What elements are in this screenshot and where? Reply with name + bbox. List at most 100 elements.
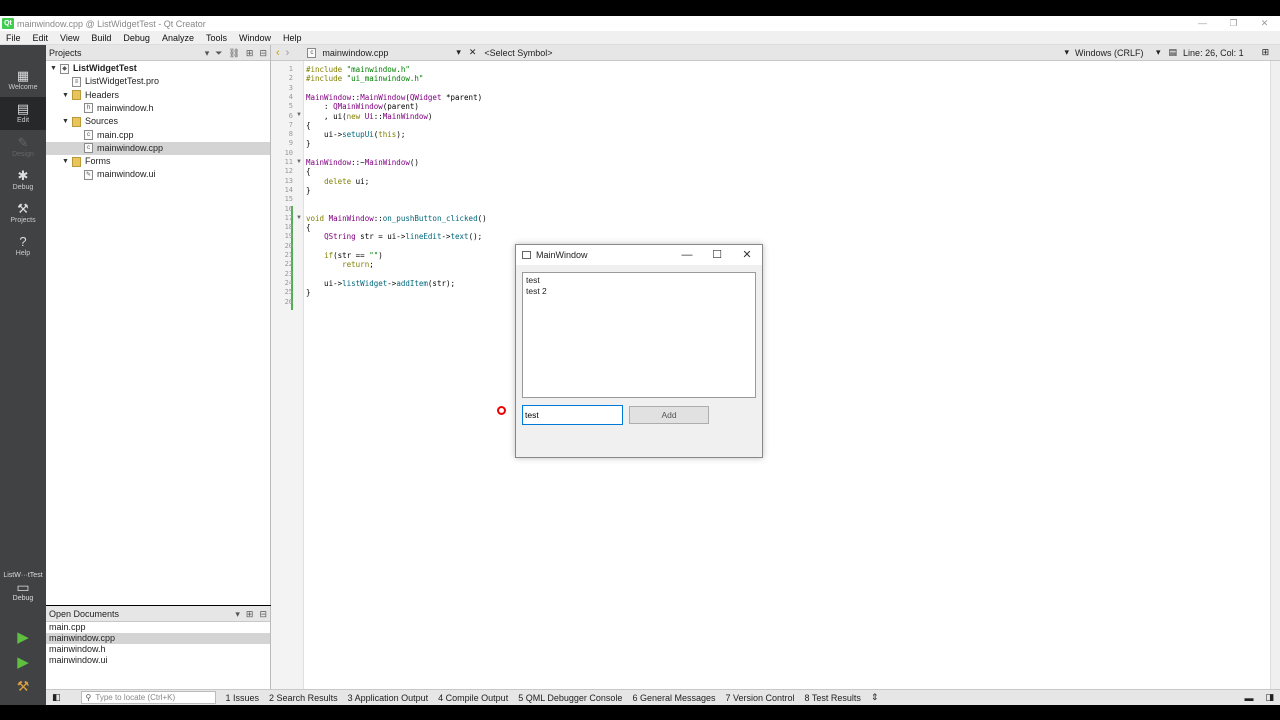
menu-file[interactable]: File: [0, 33, 27, 43]
mode-welcome[interactable]: ▦ Welcome: [0, 64, 46, 97]
menu-window[interactable]: Window: [233, 33, 277, 43]
mode-help[interactable]: ? Help: [0, 230, 46, 263]
output-tab[interactable]: 1 Issues: [226, 693, 260, 703]
tree-item[interactable]: c mainwindow.cpp: [46, 141, 270, 155]
dropdown-icon[interactable]: ▾: [205, 48, 210, 59]
mode-edit[interactable]: ▤ Edit: [0, 97, 46, 130]
code-editor[interactable]: #include "mainwindow.h" #include "ui_main…: [304, 61, 1270, 689]
tree-item[interactable]: h mainwindow.h: [46, 102, 270, 115]
close-icon[interactable]: ✕: [1249, 16, 1280, 31]
edit-doc-icon: ▤: [16, 101, 30, 116]
tree-item[interactable]: ≡ ListWidgetTest.pro: [46, 75, 270, 88]
tree-item-label: Forms: [85, 156, 111, 167]
editor-scrollbar[interactable]: [1270, 61, 1280, 689]
locator-input[interactable]: ⚲ Type to locate (Ctrl+K): [80, 691, 216, 704]
tree-item[interactable]: ▼ Headers: [46, 89, 270, 102]
debug-run-button[interactable]: ▶: [0, 653, 46, 671]
cursor-position[interactable]: Line: 26, Col: 1: [1183, 48, 1244, 58]
mode-projects[interactable]: ⚒ Projects: [0, 197, 46, 230]
add-button[interactable]: Add: [629, 406, 709, 424]
file-dropdown-icon[interactable]: ▾: [456, 47, 461, 58]
open-document-item[interactable]: mainwindow.ui: [46, 655, 270, 666]
folder-icon: [72, 116, 81, 127]
run-icon: ▶: [17, 629, 29, 646]
menu-analyze[interactable]: Analyze: [156, 33, 200, 43]
output-tab[interactable]: 8 Test Results: [805, 693, 861, 703]
restore-icon[interactable]: ❐: [1218, 16, 1249, 31]
fold-marker-18: ▼: [296, 215, 302, 221]
menu-view[interactable]: View: [54, 33, 85, 43]
line-number: 15: [284, 195, 293, 204]
close-pane-icon[interactable]: ⊟: [259, 609, 267, 620]
output-tab[interactable]: 7 Version Control: [725, 693, 794, 703]
output-tab[interactable]: 6 General Messages: [632, 693, 715, 703]
more-tabs-icon[interactable]: ⇕: [871, 692, 879, 703]
app-close-icon[interactable]: ✕: [732, 245, 762, 265]
tree-item-label: ListWidgetTest: [73, 63, 137, 73]
line-number: 13: [284, 176, 293, 185]
expand-arrow-icon[interactable]: ▼: [50, 62, 60, 75]
line-edit[interactable]: [522, 405, 623, 425]
code-line: #include "ui_mainwindow.h": [306, 74, 424, 84]
close-pane-icon[interactable]: ⊟: [259, 48, 267, 59]
mode-design[interactable]: ✎ Design: [0, 131, 46, 164]
line-number: 21: [284, 251, 293, 259]
menu-help[interactable]: Help: [277, 33, 308, 43]
menu-debug[interactable]: Debug: [117, 33, 156, 43]
minimize-icon[interactable]: —: [1187, 16, 1218, 31]
app-minimize-icon[interactable]: —: [672, 245, 702, 265]
menu-edit[interactable]: Edit: [27, 33, 55, 43]
tree-item[interactable]: ▼ Sources: [46, 115, 270, 128]
list-widget-item[interactable]: test 2: [526, 286, 752, 297]
nav-back-icon[interactable]: ‹: [276, 47, 280, 59]
toggle-sidebar-icon[interactable]: ◧: [52, 692, 61, 703]
output-tab[interactable]: 5 QML Debugger Console: [518, 693, 622, 703]
projects-pane-title: Projects: [49, 47, 82, 58]
output-tab[interactable]: 2 Search Results: [269, 693, 338, 703]
grid-icon: ▦: [16, 68, 30, 83]
code-line: ui->setupUi(this);: [306, 130, 406, 140]
link-icon[interactable]: ⛓: [228, 48, 239, 59]
run-button[interactable]: ▶: [0, 628, 46, 646]
line-ending-dropdown-icon[interactable]: ▾: [1156, 47, 1161, 58]
dropdown-icon[interactable]: ▾: [235, 609, 240, 620]
close-file-icon[interactable]: ✕: [469, 47, 477, 58]
split-icon[interactable]: ⊞: [246, 609, 254, 620]
filter-icon[interactable]: ⏷: [215, 48, 222, 59]
open-document-item[interactable]: main.cpp: [46, 622, 270, 633]
tree-item[interactable]: c main.cpp: [46, 129, 270, 142]
expand-arrow-icon[interactable]: ▼: [62, 89, 72, 102]
expand-arrow-icon[interactable]: ▼: [62, 155, 72, 168]
split-icon[interactable]: ⊞: [246, 48, 254, 59]
locator-placeholder: Type to locate (Ctrl+K): [95, 693, 176, 702]
progress-icon[interactable]: ▬: [1244, 693, 1253, 703]
output-tab[interactable]: 4 Compile Output: [438, 693, 508, 703]
app-maximize-icon[interactable]: ☐: [702, 245, 732, 265]
hammer-icon: ⚒: [16, 678, 30, 694]
code-line: delete ui;: [324, 176, 370, 186]
tree-item[interactable]: ▼ Forms: [46, 155, 270, 168]
tree-item[interactable]: ✎ mainwindow.ui: [46, 168, 270, 181]
list-widget[interactable]: test test 2: [522, 272, 756, 398]
tree-item[interactable]: ▼ ◆ ListWidgetTest: [46, 62, 270, 75]
line-number: 9: [288, 139, 293, 148]
split-editor-icon[interactable]: ⊞: [1262, 47, 1270, 58]
folder-icon: [72, 90, 81, 101]
expand-arrow-icon[interactable]: ▼: [62, 115, 72, 128]
mode-debug[interactable]: ✱ Debug: [0, 164, 46, 197]
toggle-output-icon[interactable]: ◨: [1265, 692, 1274, 703]
open-document-item[interactable]: mainwindow.cpp: [46, 633, 270, 644]
list-widget-item[interactable]: test: [526, 275, 752, 286]
output-tab[interactable]: 3 Application Output: [348, 693, 429, 703]
build-button[interactable]: ⚒: [0, 678, 46, 695]
current-file-selector[interactable]: mainwindow.cpp: [322, 48, 456, 58]
kit-selector[interactable]: ListW···tTest ▭ Debug: [0, 572, 46, 602]
line-ending-selector[interactable]: Windows (CRLF): [1075, 48, 1150, 58]
menu-tools[interactable]: Tools: [200, 33, 233, 43]
qt-icon: Qt: [2, 18, 14, 29]
menu-build[interactable]: Build: [85, 33, 117, 43]
nav-forward-icon[interactable]: ›: [286, 47, 290, 59]
symbol-selector[interactable]: <Select Symbol>: [484, 48, 552, 58]
open-document-item[interactable]: mainwindow.h: [46, 644, 270, 655]
symbol-dropdown-icon[interactable]: ▾: [1064, 47, 1069, 58]
